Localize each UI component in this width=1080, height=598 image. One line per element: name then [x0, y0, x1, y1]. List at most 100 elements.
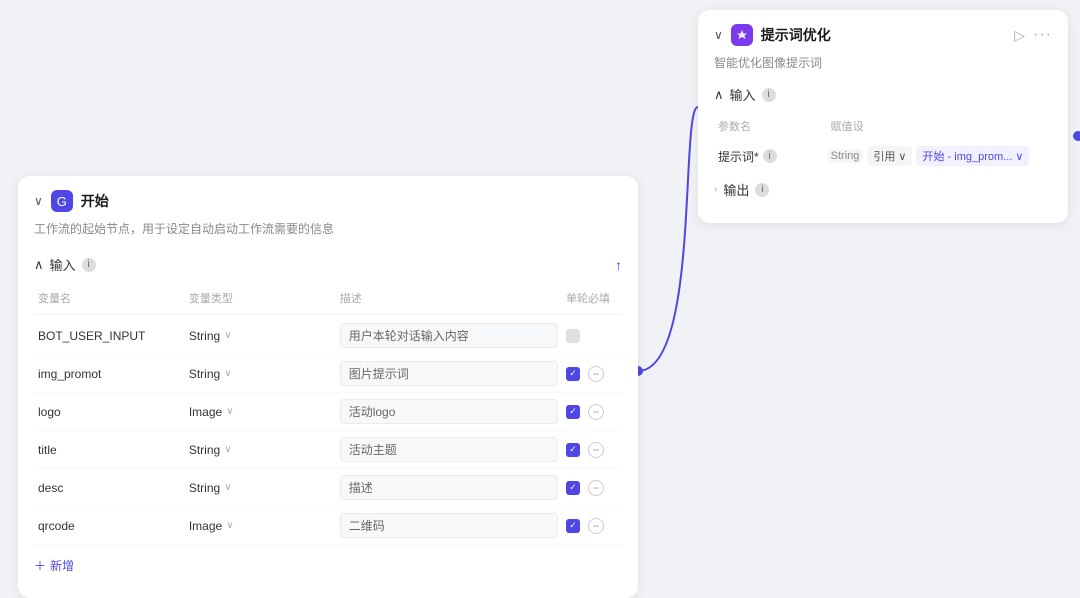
- var-type-2[interactable]: Image ∨: [185, 405, 336, 419]
- required-cell-5: −: [562, 518, 622, 534]
- chevron-icon: ∨: [224, 330, 231, 341]
- output-collapse-icon: ›: [714, 184, 717, 195]
- required-cell-3: −: [562, 442, 622, 458]
- params-table: 参数名 赋值设 提示词* i String 引用 ∨ 开始 - img_prom…: [698, 112, 1068, 172]
- params-row-0: 提示词* i String 引用 ∨ 开始 - img_prom... ∨: [714, 140, 1052, 172]
- prompt-card-header: ∨ 提示词优化 ▷ ···: [698, 10, 1068, 54]
- param-value-header: 赋值设: [827, 116, 1052, 136]
- prompt-header-actions: ▷ ···: [1014, 26, 1052, 44]
- checkbox-2[interactable]: [566, 405, 580, 419]
- remove-row-4[interactable]: −: [588, 480, 604, 496]
- chevron-icon: ∨: [226, 520, 233, 531]
- desc-input-2[interactable]: 活动logo: [340, 399, 558, 424]
- required-cell-4: −: [562, 480, 622, 496]
- plus-icon: ＋: [34, 557, 46, 574]
- start-collapse-icon[interactable]: ∨: [34, 194, 43, 208]
- prompt-header-left: ∨ 提示词优化: [714, 24, 831, 46]
- required-cell-0: [562, 329, 622, 343]
- var-desc-0: 用户本轮对话输入内容: [336, 323, 562, 348]
- output-section[interactable]: › 输出 i: [698, 172, 1068, 207]
- var-desc-4: 描述: [336, 475, 562, 500]
- desc-input-3[interactable]: 活动主题: [340, 437, 558, 462]
- col-vartype-header: 变量类型: [185, 286, 336, 310]
- param-info-icon: i: [763, 149, 777, 163]
- col-desc-header: 描述: [336, 286, 562, 310]
- required-cell-2: −: [562, 404, 622, 420]
- start-node-icon: G: [51, 190, 73, 212]
- chevron-icon: ∨: [224, 444, 231, 455]
- play-icon[interactable]: ▷: [1014, 27, 1025, 44]
- table-row: BOT_USER_INPUT String ∨ 用户本轮对话输入内容: [34, 317, 622, 355]
- chevron-icon: ∨: [224, 368, 231, 379]
- start-card-subtitle: 工作流的起始节点，用于设定自动启动工作流需要的信息: [18, 220, 638, 247]
- var-type-4[interactable]: String ∨: [185, 481, 336, 495]
- checkbox-1[interactable]: [566, 367, 580, 381]
- var-type-0[interactable]: String ∨: [185, 329, 336, 343]
- input-collapse-icon: ∧: [34, 257, 44, 273]
- start-card-title: 开始: [81, 191, 109, 211]
- param-ref-select[interactable]: 引用 ∨: [867, 146, 912, 166]
- var-name-2: logo: [34, 405, 185, 419]
- required-cell-1: −: [562, 366, 622, 382]
- var-name-4: desc: [34, 481, 185, 495]
- input-params-collapse: ∧: [714, 87, 724, 103]
- remove-row-5[interactable]: −: [588, 518, 604, 534]
- export-icon[interactable]: ↑: [615, 257, 622, 273]
- params-header: 参数名 赋值设: [714, 112, 1052, 140]
- output-label: 输出: [723, 180, 749, 199]
- input-table: 变量名 变量类型 描述 单轮必填 BOT_USER_INPUT String ∨…: [18, 282, 638, 545]
- input-params-label: 输入: [730, 85, 756, 104]
- var-name-1: img_promot: [34, 367, 185, 381]
- table-row: qrcode Image ∨ 二维码 −: [34, 507, 622, 545]
- prompt-node-icon: [731, 24, 753, 46]
- table-row: img_promot String ∨ 图片提示词 −: [34, 355, 622, 393]
- checkbox-0[interactable]: [566, 329, 580, 343]
- desc-input-5[interactable]: 二维码: [340, 513, 558, 538]
- start-card: ∨ G 开始 工作流的起始节点，用于设定自动启动工作流需要的信息 ∧ 输入 i …: [18, 176, 638, 598]
- var-desc-1: 图片提示词: [336, 361, 562, 386]
- prompt-card-title: 提示词优化: [761, 25, 831, 45]
- var-name-5: qrcode: [34, 519, 185, 533]
- desc-input-0[interactable]: 用户本轮对话输入内容: [340, 323, 558, 348]
- checkbox-4[interactable]: [566, 481, 580, 495]
- table-row: title String ∨ 活动主题 −: [34, 431, 622, 469]
- remove-row-1[interactable]: −: [588, 366, 604, 382]
- remove-row-3[interactable]: −: [588, 442, 604, 458]
- ref-chevron: ∨: [898, 150, 906, 163]
- start-card-header: ∨ G 开始: [18, 176, 638, 220]
- prompt-collapse-icon[interactable]: ∨: [714, 28, 723, 42]
- input-params-section[interactable]: ∧ 输入 i: [698, 81, 1068, 108]
- var-desc-5: 二维码: [336, 513, 562, 538]
- output-header: › 输出 i: [714, 180, 1052, 199]
- param-value-container-0: String 引用 ∨ 开始 - img_prom... ∨: [827, 146, 1052, 166]
- chevron-icon: ∨: [226, 406, 233, 417]
- param-name-header: 参数名: [714, 116, 827, 136]
- add-row-button[interactable]: ＋ 新增: [18, 549, 638, 582]
- input-section-header[interactable]: ∧ 输入 i ↑: [18, 247, 638, 282]
- input-section-label: 输入: [50, 255, 76, 274]
- var-name-3: title: [34, 443, 185, 457]
- var-desc-2: 活动logo: [336, 399, 562, 424]
- remove-row-2[interactable]: −: [588, 404, 604, 420]
- value-chevron: ∨: [1015, 150, 1023, 163]
- checkbox-5[interactable]: [566, 519, 580, 533]
- desc-input-4[interactable]: 描述: [340, 475, 558, 500]
- var-type-3[interactable]: String ∨: [185, 443, 336, 457]
- col-varname-header: 变量名: [34, 286, 185, 310]
- chevron-icon: ∨: [224, 482, 231, 493]
- table-row: logo Image ∨ 活动logo −: [34, 393, 622, 431]
- checkbox-3[interactable]: [566, 443, 580, 457]
- input-info-icon: i: [82, 258, 96, 272]
- var-desc-3: 活动主题: [336, 437, 562, 462]
- param-type-badge: String: [827, 149, 864, 163]
- input-section-left: ∧ 输入 i: [34, 255, 96, 274]
- more-icon[interactable]: ···: [1033, 26, 1052, 44]
- desc-input-1[interactable]: 图片提示词: [340, 361, 558, 386]
- table-row: desc String ∨ 描述 −: [34, 469, 622, 507]
- prompt-card-subtitle: 智能优化图像提示词: [698, 54, 1068, 81]
- var-type-1[interactable]: String ∨: [185, 367, 336, 381]
- param-value-select[interactable]: 开始 - img_prom... ∨: [916, 146, 1029, 166]
- var-name-0: BOT_USER_INPUT: [34, 329, 185, 343]
- col-required-header: 单轮必填: [562, 286, 622, 310]
- var-type-5[interactable]: Image ∨: [185, 519, 336, 533]
